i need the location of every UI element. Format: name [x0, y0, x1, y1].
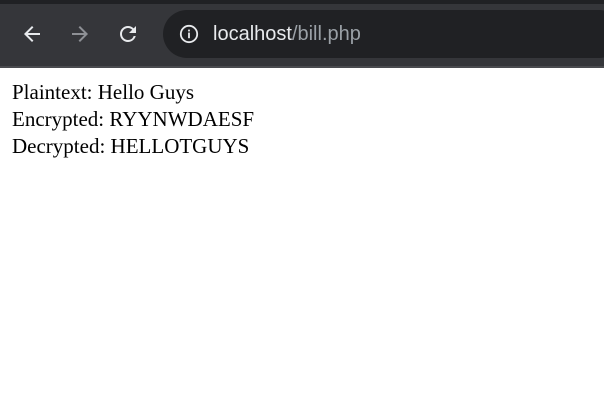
page-content: Plaintext: Hello Guys Encrypted: RYYNWDA… [12, 79, 254, 160]
window-top-edge [0, 0, 604, 4]
encrypted-line: Encrypted: RYYNWDAESF [12, 107, 255, 131]
browser-toolbar: localhost/bill.php [0, 0, 604, 68]
forward-button[interactable] [62, 16, 98, 52]
decrypted-line: Decrypted: HELLOTGUYS [12, 134, 250, 158]
plaintext-line: Plaintext: Hello Guys [12, 80, 194, 104]
info-icon[interactable] [179, 24, 199, 44]
reload-button[interactable] [110, 16, 146, 52]
arrow-left-icon [20, 22, 44, 46]
back-button[interactable] [14, 16, 50, 52]
toolbar-divider [0, 66, 604, 68]
address-text[interactable]: localhost/bill.php [213, 22, 361, 46]
arrow-right-icon [68, 22, 92, 46]
reload-icon [116, 22, 140, 46]
address-bar[interactable]: localhost/bill.php [163, 10, 604, 58]
address-host: localhost [213, 23, 292, 45]
address-path: /bill.php [291, 23, 361, 45]
